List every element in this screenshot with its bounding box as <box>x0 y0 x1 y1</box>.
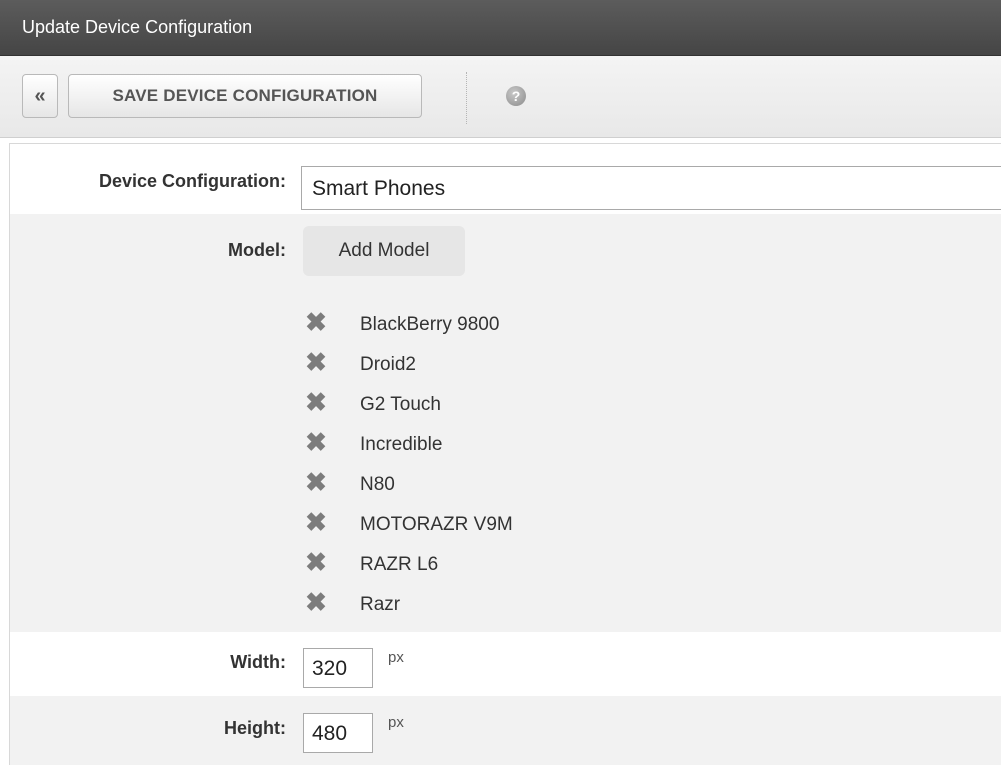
help-icon[interactable]: ? <box>506 86 526 106</box>
add-model-button[interactable]: Add Model <box>303 226 465 276</box>
model-list-item: ✖ Incredible <box>303 424 603 464</box>
model-list-item: ✖ BlackBerry 9800 <box>303 304 603 344</box>
remove-x-icon[interactable]: ✖ <box>303 309 329 335</box>
model-name: MOTORAZR V9M <box>360 514 513 535</box>
model-label: Model: <box>228 240 286 260</box>
remove-x-icon[interactable]: ✖ <box>303 429 329 455</box>
remove-x-icon[interactable]: ✖ <box>303 509 329 535</box>
toolbar-divider <box>466 72 467 124</box>
width-unit: px <box>388 649 404 666</box>
model-list-item: ✖ N80 <box>303 464 603 504</box>
model-name: Incredible <box>360 434 443 455</box>
toolbar: « SAVE DEVICE CONFIGURATION ? <box>0 56 1001 138</box>
model-name: Razr <box>360 594 401 615</box>
device-configuration-input[interactable]: Smart Phones <box>301 166 1001 210</box>
remove-x-icon[interactable]: ✖ <box>303 389 329 415</box>
model-name: RAZR L6 <box>360 554 439 575</box>
config-label: Device Configuration: <box>98 171 286 191</box>
width-label: Width: <box>230 652 286 672</box>
model-name: G2 Touch <box>360 394 441 415</box>
model-name: Droid2 <box>360 354 416 375</box>
remove-x-icon[interactable]: ✖ <box>303 589 329 615</box>
save-device-configuration-button[interactable]: SAVE DEVICE CONFIGURATION <box>68 74 422 118</box>
height-unit: px <box>388 714 404 731</box>
model-list-item: ✖ RAZR L6 <box>303 544 603 584</box>
model-name: BlackBerry 9800 <box>360 314 500 335</box>
window-title: Update Device Configuration <box>22 17 253 37</box>
model-list-item: ✖ Droid2 <box>303 344 603 384</box>
model-row: Model: Add Model ✖ BlackBerry 9800 ✖ Droid2… <box>10 214 1001 704</box>
width-input[interactable]: 320 <box>303 648 373 688</box>
remove-x-icon[interactable]: ✖ <box>303 349 329 375</box>
height-label: Height: <box>224 718 286 738</box>
model-list: ✖ BlackBerry 9800 ✖ Droid2 ✖ G2 Touch ✖ Incredi… <box>303 304 603 624</box>
chevron-left-icon: « <box>34 84 46 107</box>
remove-x-icon[interactable]: ✖ <box>303 549 329 575</box>
width-row: Width: 320 px <box>10 632 1001 696</box>
model-list-item: ✖ G2 Touch <box>303 384 603 424</box>
config-row: Device Configuration: Smart Phones <box>10 144 1001 214</box>
model-list-item: ✖ Razr <box>303 584 603 624</box>
height-row: Height: 480 px <box>10 696 1001 765</box>
remove-x-icon[interactable]: ✖ <box>303 469 329 495</box>
back-button[interactable]: « <box>22 74 58 118</box>
model-list-item: ✖ MOTORAZR V9M <box>303 504 603 544</box>
model-name: N80 <box>360 474 395 495</box>
height-input[interactable]: 480 <box>303 713 373 753</box>
window-title-bar: Update Device Configuration <box>0 0 1001 56</box>
device-configuration-form: Device Configuration: Smart Phones Model… <box>9 143 1001 765</box>
